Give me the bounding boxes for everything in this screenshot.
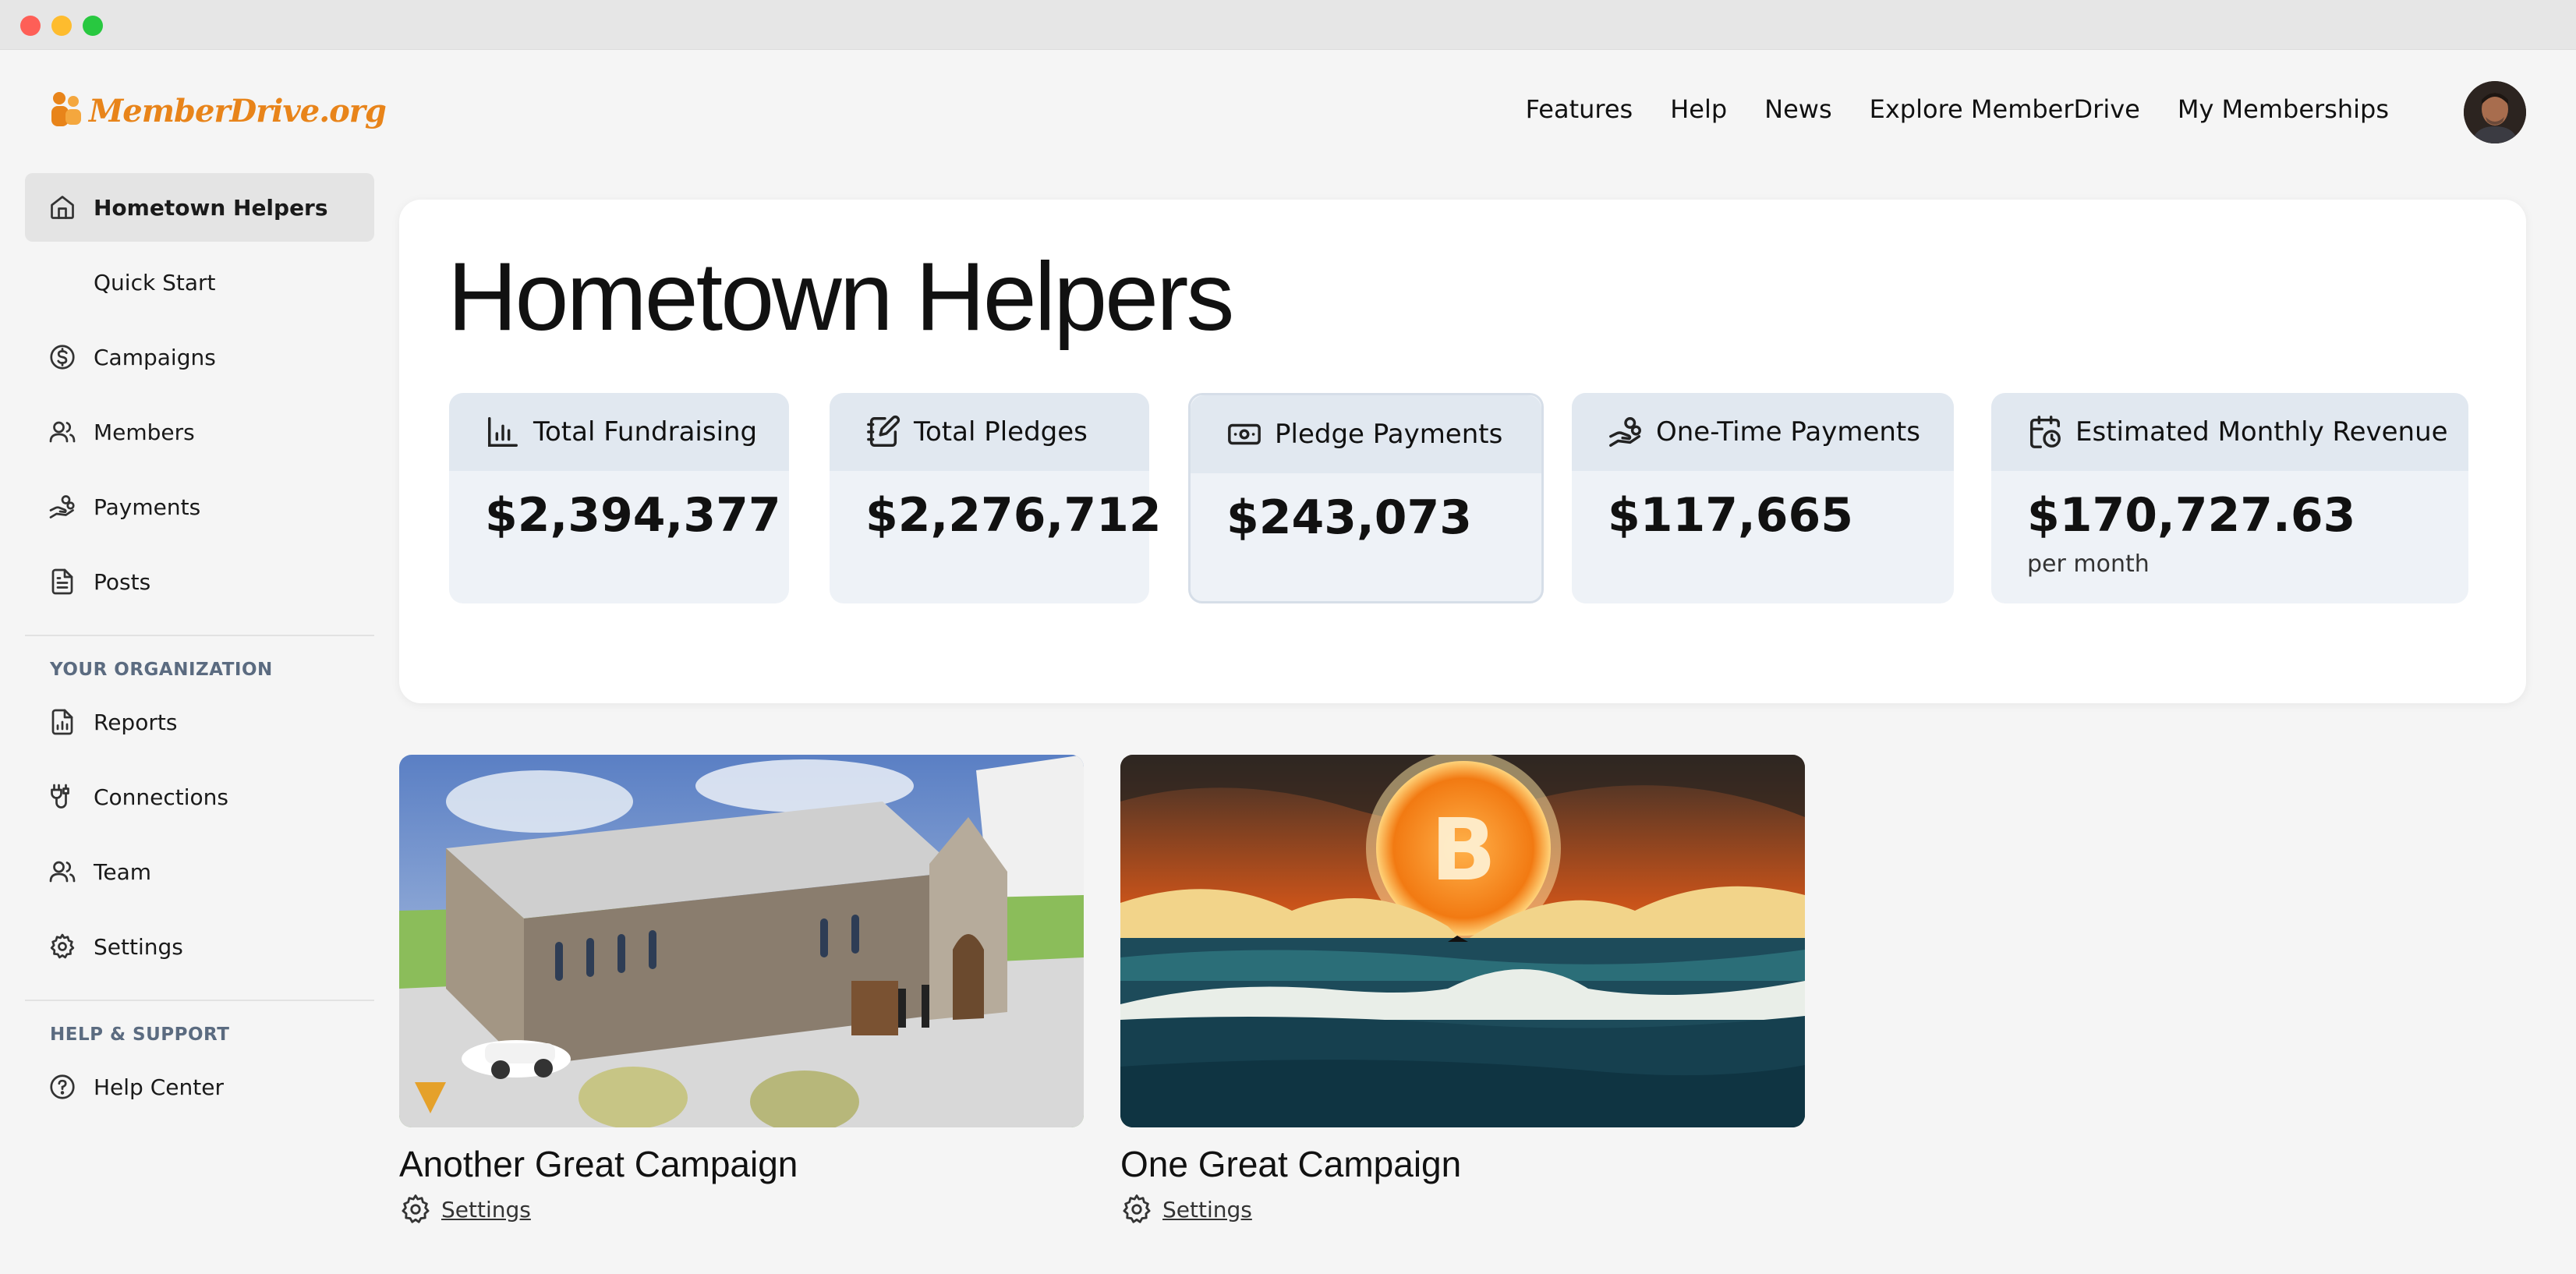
users-icon [49,861,76,883]
users-icon [49,421,76,443]
nav-my-memberships[interactable]: My Memberships [2178,94,2389,124]
stat-card-header: Estimated Monthly Revenue [1991,393,2468,471]
calendar-clock-icon [2030,416,2061,448]
nav-explore[interactable]: Explore MemberDrive [1870,94,2140,124]
logo-people-icon [51,92,81,126]
campaign-card[interactable]: B One Great Campaign Settings [1120,755,1805,1226]
sidebar-item-label: Campaigns [94,344,216,370]
bar-chart-icon [488,417,518,447]
report-icon [51,709,73,735]
stat-card-pledge-payments[interactable]: Pledge Payments $243,073 [1188,393,1544,603]
stat-label: Pledge Payments [1275,419,1503,450]
campaign-settings-link[interactable]: Settings [1120,1193,1805,1226]
sidebar-item-connections[interactable]: Connections [25,763,374,831]
close-window-button[interactable] [20,16,41,36]
stat-value: $117,665 [1608,488,1854,543]
nav-news[interactable]: News [1764,94,1831,124]
sidebar-item-label: Connections [94,784,229,810]
stat-value: $243,073 [1226,490,1473,545]
stat-label: One-Time Payments [1656,416,1920,448]
sidebar-item-label: Reports [94,709,178,735]
sidebar-item-label: Settings [94,933,183,960]
plug-icon [51,784,69,809]
stat-card-header: Pledge Payments [1191,395,1541,473]
sidebar-item-label: Help Center [94,1074,224,1100]
sidebar-section-help: HELP & SUPPORT [50,1025,230,1045]
stat-card-header: Total Fundraising [449,393,789,471]
sidebar-item-label: Hometown Helpers [94,194,328,221]
settings-link-label[interactable]: Settings [441,1197,531,1223]
sidebar-divider [25,635,374,636]
sidebar-item-label: Members [94,419,195,445]
campaign-image-bitcoin-sunset[interactable]: B [1120,755,1805,1127]
sidebar-item-team[interactable]: Team [25,837,374,906]
stat-card-estimated-monthly-revenue[interactable]: Estimated Monthly Revenue $170,727.63 pe… [1991,393,2468,603]
page-title: Hometown Helpers [448,243,1234,351]
notebook-pen-icon [867,415,901,447]
app-logo[interactable]: MemberDrive.org [48,87,387,134]
home-icon [51,196,74,219]
stat-card-one-time-payments[interactable]: One-Time Payments $117,665 [1572,393,1954,603]
stat-value: $2,394,377 [485,488,781,543]
stat-label: Total Pledges [914,416,1088,448]
sidebar-item-label: Team [94,858,152,885]
organization-summary-card: Hometown Helpers Total Fundraising $2,39… [399,200,2526,703]
campaign-title[interactable]: One Great Campaign [1120,1143,1805,1185]
stat-label: Estimated Monthly Revenue [2075,416,2448,448]
campaign-settings-link[interactable]: Settings [399,1193,1084,1226]
sidebar-item-payments[interactable]: Payments [25,472,374,541]
stat-subtext: per month [2027,550,2150,578]
sidebar-item-posts[interactable]: Posts [25,547,374,616]
campaign-image-church[interactable] [399,755,1084,1127]
stat-card-total-fundraising[interactable]: Total Fundraising $2,394,377 [449,393,789,603]
stat-card-header: One-Time Payments [1572,393,1954,471]
hand-coins-icon [49,495,75,518]
sidebar-divider [25,1000,374,1001]
stat-value: $170,727.63 [2027,488,2356,543]
top-navigation: Features Help News Explore MemberDrive M… [1526,87,2389,131]
sidebar-item-members[interactable]: Members [25,398,374,466]
settings-link-label[interactable]: Settings [1162,1197,1252,1223]
sidebar: Hometown Helpers Quick Start Campaigns M… [25,173,374,1127]
stat-label: Total Fundraising [533,416,758,448]
stat-card-header: Total Pledges [830,393,1149,471]
zoom-window-button[interactable] [83,16,103,36]
user-avatar[interactable] [2464,81,2526,143]
stat-value: $2,276,712 [865,488,1162,543]
svg-text:B: B [1431,800,1496,900]
gear-icon [50,933,75,959]
window-titlebar [0,0,2576,50]
sidebar-item-campaigns[interactable]: Campaigns [25,323,374,391]
hand-coins-icon [1609,417,1641,447]
campaign-card[interactable]: Another Great Campaign Settings [399,755,1084,1226]
gear-icon [1123,1194,1151,1223]
sidebar-item-label: Posts [94,568,151,595]
gear-icon [402,1194,430,1223]
document-icon [51,568,73,595]
dollar-circle-icon [50,345,75,370]
logo-text: MemberDrive.org [89,92,387,129]
nav-features[interactable]: Features [1526,94,1633,124]
sidebar-item-label: Payments [94,494,201,520]
sidebar-item-label: Quick Start [94,269,216,295]
nav-help[interactable]: Help [1670,94,1727,124]
sidebar-item-settings[interactable]: Settings [25,912,374,981]
help-circle-icon [50,1074,75,1099]
stat-card-total-pledges[interactable]: Total Pledges $2,276,712 [830,393,1162,603]
banknote-icon [1228,423,1261,445]
campaign-title[interactable]: Another Great Campaign [399,1143,1084,1185]
sidebar-section-organization: YOUR ORGANIZATION [50,660,273,680]
sidebar-item-hometown-helpers[interactable]: Hometown Helpers [25,173,374,242]
minimize-window-button[interactable] [51,16,72,36]
sidebar-item-quick-start[interactable]: Quick Start [25,248,374,317]
sidebar-item-reports[interactable]: Reports [25,688,374,756]
sidebar-item-help-center[interactable]: Help Center [25,1053,374,1121]
